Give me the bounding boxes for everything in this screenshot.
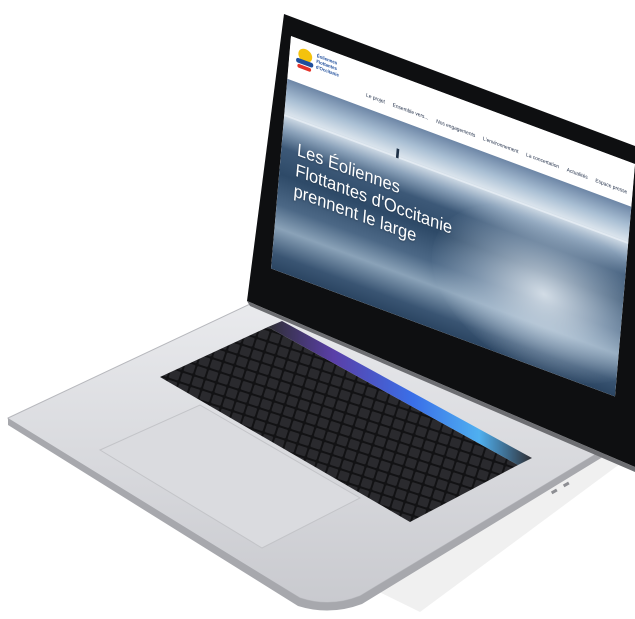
hero-title: Les Éoliennes Flottantes d'Occitanie pre…: [293, 140, 496, 275]
nav-item-espace-presse[interactable]: Espace presse: [595, 178, 627, 195]
logo-text: Éoliennes Flottantes d'Occitanie: [316, 53, 352, 83]
nav-item-environnement[interactable]: L'environnement: [483, 136, 519, 155]
product-mockup-scene: Éoliennes Flottantes d'Occitanie Le proj…: [0, 0, 635, 619]
logo-mark-icon: [295, 46, 314, 75]
nav-item-ensemble[interactable]: Ensemble vers...: [392, 103, 428, 122]
nav-item-concertation[interactable]: La concertation: [526, 152, 559, 170]
nav-item-actualites[interactable]: Actualités: [567, 167, 588, 180]
nav-item-le-projet[interactable]: Le projet: [366, 93, 385, 106]
